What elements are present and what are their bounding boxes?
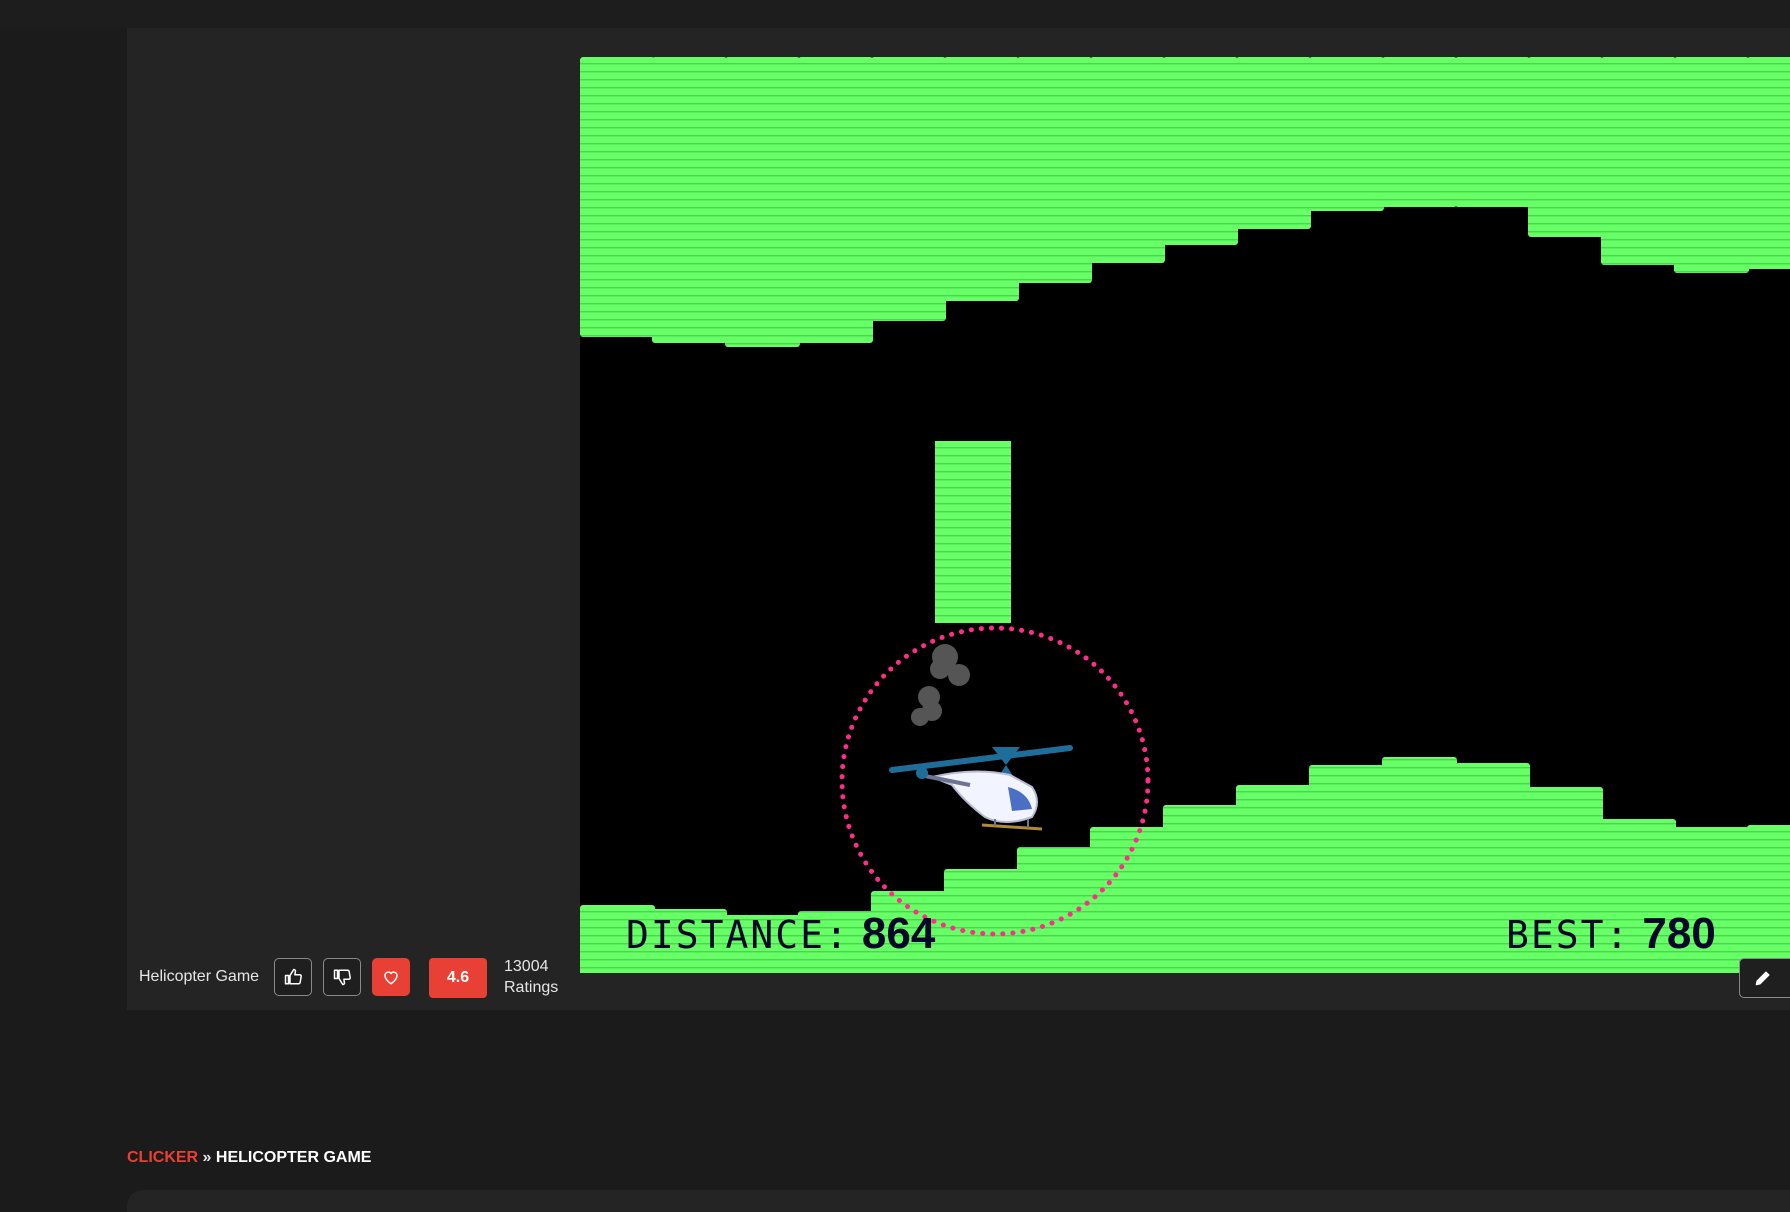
game-scene — [580, 57, 1790, 973]
game-toolbar: Helicopter Game 4.6 13004 Ratings — [127, 952, 1790, 1010]
ceiling-segment — [580, 57, 655, 337]
edit-button[interactable] — [1739, 958, 1790, 998]
breadcrumb-current: HELICOPTER GAME — [215, 1149, 372, 1166]
ceiling-segment — [871, 57, 946, 321]
floor-segment — [1163, 805, 1238, 973]
ceiling-segment — [1017, 57, 1092, 283]
breadcrumb-separator: » — [198, 1149, 216, 1166]
distance-label: DISTANCE: — [626, 913, 850, 957]
top-strip — [0, 0, 1790, 28]
thumbs-up-icon — [284, 968, 302, 985]
best-label: BEST: — [1506, 913, 1631, 957]
ceiling-segment — [1163, 57, 1238, 245]
rating-count-value: 13004 — [504, 958, 549, 975]
ceiling-segment — [1601, 57, 1676, 265]
thumbs-down-icon — [333, 969, 351, 986]
smoke-puffs — [911, 644, 970, 726]
ceiling-segment — [1236, 57, 1311, 229]
game-panel: DISTANCE: 864 BEST: 780 — [127, 28, 1790, 1010]
ceiling-segment — [1090, 57, 1165, 263]
breadcrumb-link-clicker[interactable]: CLICKER — [127, 1149, 198, 1166]
ceiling-segment — [1747, 57, 1790, 269]
pillar-obstacle — [935, 441, 1011, 623]
rating-count-label: Ratings — [504, 979, 559, 996]
breadcrumb: CLICKER » HELICOPTER GAME — [127, 1149, 371, 1167]
ceiling-segment — [652, 57, 727, 343]
floor-segment — [1236, 785, 1311, 973]
floor-segment — [1382, 757, 1457, 973]
game-canvas[interactable]: DISTANCE: 864 BEST: 780 — [580, 57, 1790, 973]
like-button[interactable] — [274, 958, 312, 996]
floor-segment — [1747, 825, 1790, 973]
floor-segment — [1309, 765, 1384, 973]
favorite-button[interactable] — [372, 958, 410, 996]
ceiling-segment — [798, 57, 873, 343]
page: DISTANCE: 864 BEST: 780 Helicopter Game — [0, 0, 1790, 1212]
ceiling-segment — [1309, 57, 1384, 211]
dislike-button[interactable] — [323, 958, 361, 996]
heart-icon — [384, 971, 398, 985]
ceiling-segment — [944, 57, 1019, 301]
pencil-icon — [1755, 971, 1770, 986]
game-title: Helicopter Game — [139, 968, 260, 985]
rating-badge: 4.6 — [429, 958, 487, 998]
ceiling-segment — [725, 57, 800, 347]
rating-count: 13004 Ratings — [504, 956, 558, 998]
ceiling-segment — [1382, 57, 1457, 207]
ceiling-segment — [1455, 57, 1530, 207]
ceiling-segment — [1528, 57, 1603, 237]
ceiling-terrain — [580, 57, 1790, 347]
bottom-panel — [127, 1190, 1790, 1212]
ceiling-segment — [1674, 57, 1749, 273]
helicopter — [889, 745, 1073, 831]
